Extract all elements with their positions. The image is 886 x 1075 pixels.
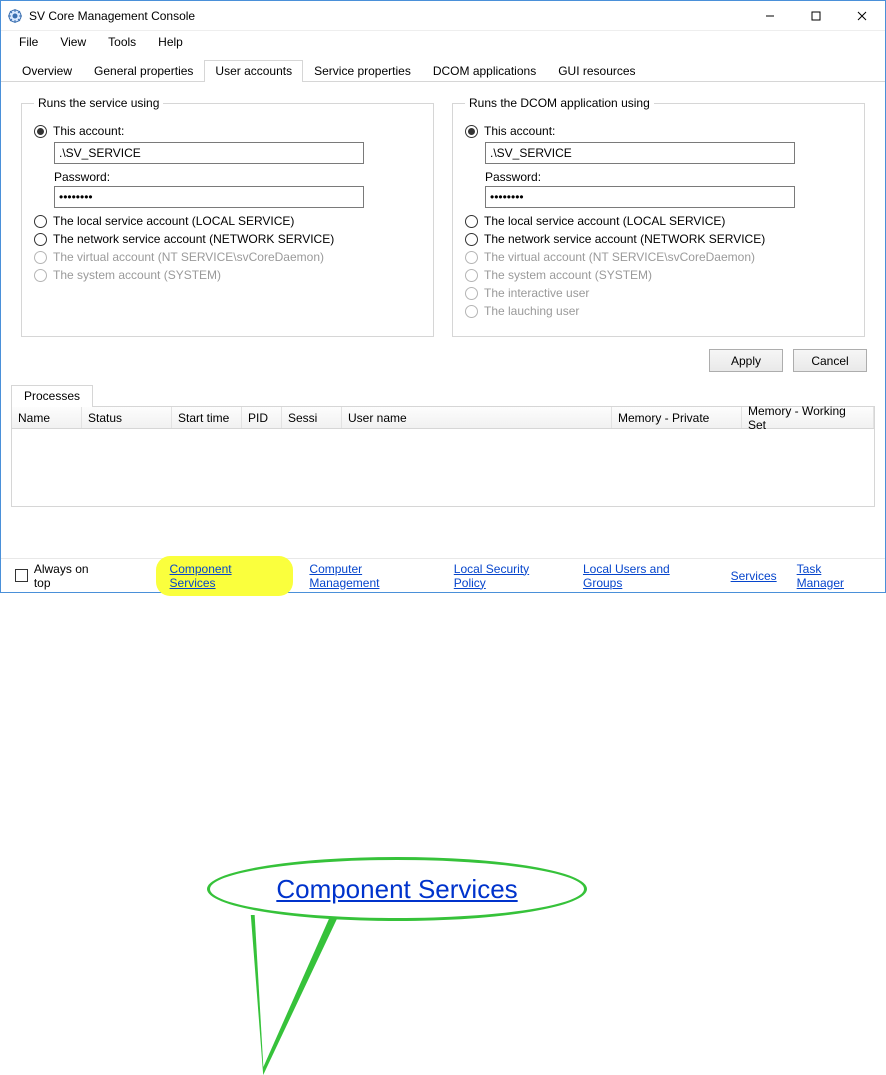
radio-dcom-system — [465, 269, 478, 282]
dialog-button-row: Apply Cancel — [1, 343, 885, 384]
radio-label-service-virtual: The virtual account (NT SERVICE\svCoreDa… — [53, 250, 324, 264]
radio-label-dcom-interactive: The interactive user — [484, 286, 589, 300]
processes-panel: Processes Name Status Start time PID Ses… — [11, 384, 875, 507]
app-icon — [7, 8, 23, 24]
titlebar: SV Core Management Console — [1, 1, 885, 31]
radio-dcom-interactive — [465, 287, 478, 300]
menu-help[interactable]: Help — [148, 33, 193, 51]
apply-button[interactable]: Apply — [709, 349, 783, 372]
radio-label-service-this-account: This account: — [53, 124, 124, 138]
checkbox-always-on-top[interactable] — [15, 569, 28, 582]
radio-service-system — [34, 269, 47, 282]
radio-dcom-network[interactable] — [465, 233, 478, 246]
col-session[interactable]: Sessi — [282, 407, 342, 428]
radio-service-local[interactable] — [34, 215, 47, 228]
radio-label-dcom-local: The local service account (LOCAL SERVICE… — [484, 214, 725, 228]
radio-label-dcom-virtual: The virtual account (NT SERVICE\svCoreDa… — [484, 250, 755, 264]
radio-label-dcom-launching: The lauching user — [484, 304, 579, 318]
col-mem-working[interactable]: Memory - Working Set — [742, 407, 874, 428]
callout-text: Component Services — [276, 874, 517, 905]
col-start[interactable]: Start time — [172, 407, 242, 428]
radio-label-dcom-this-account: This account: — [484, 124, 555, 138]
input-service-password[interactable] — [54, 186, 364, 208]
link-computer-management[interactable]: Computer Management — [309, 562, 433, 590]
radio-dcom-virtual — [465, 251, 478, 264]
tab-content: Runs the service using This account: Pas… — [1, 82, 885, 343]
tab-service-properties[interactable]: Service properties — [303, 60, 422, 82]
radio-label-dcom-system: The system account (SYSTEM) — [484, 268, 652, 282]
link-local-users-and-groups[interactable]: Local Users and Groups — [583, 562, 711, 590]
group-service-legend: Runs the service using — [34, 96, 163, 110]
link-services[interactable]: Services — [731, 569, 777, 583]
group-dcom-account: Runs the DCOM application using This acc… — [452, 96, 865, 337]
col-pid[interactable]: PID — [242, 407, 282, 428]
col-status[interactable]: Status — [82, 407, 172, 428]
radio-label-service-network: The network service account (NETWORK SER… — [53, 232, 334, 246]
cancel-button[interactable]: Cancel — [793, 349, 867, 372]
minimize-button[interactable] — [747, 1, 793, 31]
link-local-security-policy[interactable]: Local Security Policy — [454, 562, 563, 590]
label-dcom-password: Password: — [485, 170, 852, 184]
menu-view[interactable]: View — [50, 33, 96, 51]
maximize-button[interactable] — [793, 1, 839, 31]
link-component-services[interactable]: Component Services — [160, 560, 290, 592]
col-user[interactable]: User name — [342, 407, 612, 428]
processes-header: Name Status Start time PID Sessi User na… — [11, 407, 875, 429]
group-service-account: Runs the service using This account: Pas… — [21, 96, 434, 337]
tab-processes[interactable]: Processes — [11, 385, 93, 407]
radio-service-this-account[interactable] — [34, 125, 47, 138]
tabstrip-top: Overview General properties User account… — [1, 53, 885, 82]
tab-gui-resources[interactable]: GUI resources — [547, 60, 646, 82]
input-dcom-password[interactable] — [485, 186, 795, 208]
col-mem-private[interactable]: Memory - Private — [612, 407, 742, 428]
radio-label-service-local: The local service account (LOCAL SERVICE… — [53, 214, 294, 228]
radio-label-service-system: The system account (SYSTEM) — [53, 268, 221, 282]
tab-dcom-applications[interactable]: DCOM applications — [422, 60, 547, 82]
group-dcom-legend: Runs the DCOM application using — [465, 96, 654, 110]
menu-tools[interactable]: Tools — [98, 33, 146, 51]
input-dcom-account[interactable] — [485, 142, 795, 164]
radio-service-network[interactable] — [34, 233, 47, 246]
close-button[interactable] — [839, 1, 885, 31]
tab-overview[interactable]: Overview — [11, 60, 83, 82]
footer-bar: Always on top Component Services Compute… — [1, 558, 885, 592]
label-service-password: Password: — [54, 170, 421, 184]
label-always-on-top: Always on top — [34, 562, 108, 590]
link-task-manager[interactable]: Task Manager — [797, 562, 871, 590]
processes-grid-body[interactable] — [11, 429, 875, 507]
radio-dcom-launching — [465, 305, 478, 318]
tab-user-accounts[interactable]: User accounts — [204, 60, 303, 82]
radio-label-dcom-network: The network service account (NETWORK SER… — [484, 232, 765, 246]
tab-general-properties[interactable]: General properties — [83, 60, 204, 82]
radio-dcom-local[interactable] — [465, 215, 478, 228]
menubar: File View Tools Help — [1, 31, 885, 53]
radio-dcom-this-account[interactable] — [465, 125, 478, 138]
window-title: SV Core Management Console — [29, 9, 195, 23]
col-name[interactable]: Name — [12, 407, 82, 428]
input-service-account[interactable] — [54, 142, 364, 164]
menu-file[interactable]: File — [9, 33, 48, 51]
radio-service-virtual — [34, 251, 47, 264]
